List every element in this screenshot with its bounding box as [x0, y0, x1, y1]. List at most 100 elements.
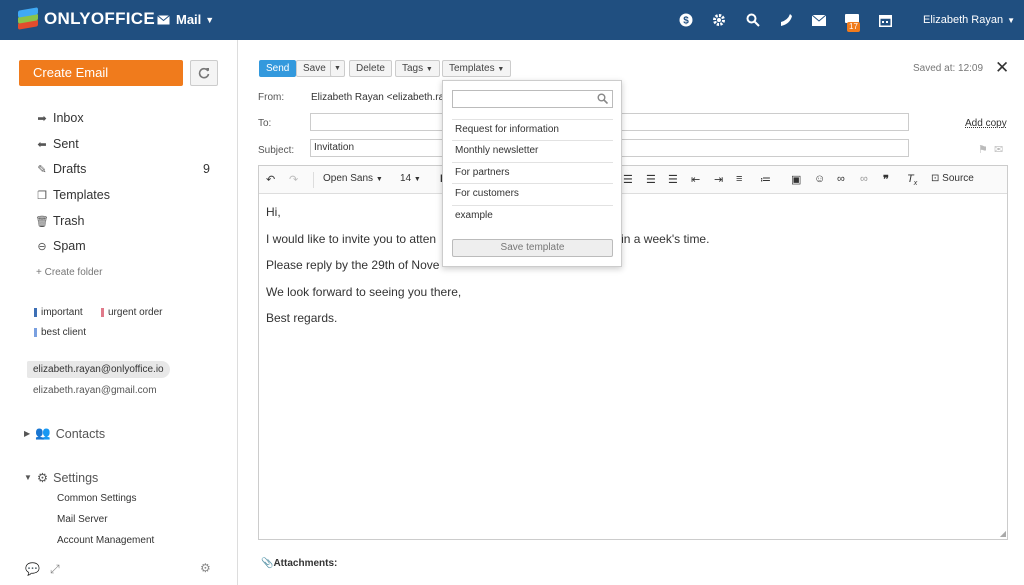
feed-icon[interactable]	[776, 10, 796, 30]
from-field[interactable]: Elizabeth Rayan <elizabeth.ra	[311, 92, 444, 103]
tag-urgent-order[interactable]: urgent order	[101, 307, 162, 318]
add-copy-link[interactable]: Add copy	[965, 118, 1007, 129]
body-text: I would like to invite you to atten	[266, 231, 437, 246]
search-icon[interactable]	[743, 10, 763, 30]
tag-color-marker	[34, 328, 37, 337]
folder-label: Sent	[53, 137, 79, 151]
font-size-select[interactable]: 14 ▼	[400, 173, 421, 184]
indent-icon[interactable]: ⇥	[714, 173, 723, 186]
folder-drafts[interactable]: ✎ Drafts 9	[35, 162, 210, 176]
logo-icon	[18, 7, 38, 30]
template-item[interactable]: Request for information	[452, 119, 613, 140]
templates-icon: ❐	[37, 189, 47, 202]
message-body[interactable]: Hi, I would like to invite you to atten d…	[259, 194, 1007, 347]
chevron-down-icon: ▼	[1007, 16, 1016, 25]
expand-arrow-icon: ▶	[24, 429, 31, 438]
envelope-icon[interactable]: ✉	[994, 144, 1003, 156]
font-family-select[interactable]: Open Sans ▼	[323, 173, 383, 184]
spam-icon: ⊖	[37, 240, 47, 253]
body-line: We look forward to seeing you there,	[266, 284, 462, 299]
inbox-icon: ➡	[37, 112, 47, 125]
sidebar: Create Email ➡ Inbox ⬅ Sent ✎ Drafts 9 ❐…	[0, 40, 238, 585]
source-label: Source	[942, 173, 974, 184]
tags-button[interactable]: Tags ▼	[395, 60, 440, 77]
tag-color-marker	[34, 308, 37, 317]
account-item-active[interactable]: elizabeth.rayan@onlyoffice.io	[27, 361, 170, 378]
tag-label: urgent order	[108, 307, 163, 318]
dollar-icon[interactable]: $	[676, 10, 696, 30]
font-size-value: 14	[400, 173, 412, 184]
body-text: d in a week's time.	[611, 231, 710, 246]
mail-module-icon	[157, 14, 170, 24]
template-item[interactable]: For customers	[452, 183, 613, 204]
source-icon: ⊡	[931, 173, 940, 184]
onlyoffice-logo[interactable]: ONLYOFFICE	[18, 7, 155, 30]
sent-icon: ⬅	[37, 138, 47, 151]
source-button[interactable]: ⊡ Source	[931, 173, 974, 184]
account-item[interactable]: elizabeth.rayan@gmail.com	[33, 385, 157, 396]
save-options-dropdown[interactable]: ▼	[330, 60, 345, 77]
template-item[interactable]: example	[452, 205, 613, 226]
template-item[interactable]: For partners	[452, 162, 613, 183]
template-item[interactable]: Monthly newsletter	[452, 140, 613, 161]
folder-inbox[interactable]: ➡ Inbox	[35, 111, 210, 125]
folder-sent[interactable]: ⬅ Sent	[35, 137, 210, 151]
tag-best-client[interactable]: best client	[34, 327, 86, 338]
body-line: Please reply by the 29th of Nove	[266, 258, 440, 272]
chevron-down-icon: ▼	[497, 66, 505, 73]
save-template-button[interactable]: Save template	[452, 239, 613, 257]
tag-important[interactable]: important	[34, 307, 83, 318]
tag-label: best client	[41, 327, 87, 338]
align-center-icon[interactable]: ☰	[623, 173, 633, 186]
settings-item-mail-server[interactable]: Mail Server	[57, 514, 108, 525]
template-search-input[interactable]	[452, 90, 613, 108]
blockquote-icon[interactable]: ❞	[883, 173, 889, 186]
folder-spam[interactable]: ⊖ Spam	[35, 239, 210, 253]
settings-item-common[interactable]: Common Settings	[57, 493, 136, 504]
numbered-list-icon[interactable]: ≡	[736, 173, 742, 185]
delete-button[interactable]: Delete	[349, 60, 392, 77]
module-switcher[interactable]: Mail ▼	[157, 12, 214, 27]
message-editor[interactable]: ↶ ↷ Open Sans ▼ 14 ▼ B ☰ ☰ ☰ ⇤ ⇥ ≡ ≔ ▣ ☺…	[258, 165, 1008, 540]
refresh-button[interactable]	[190, 60, 218, 86]
create-folder-link[interactable]: + Create folder	[36, 267, 102, 278]
redo-icon[interactable]: ↷	[289, 173, 298, 186]
subject-label: Subject:	[258, 145, 295, 156]
undo-icon[interactable]: ↶	[266, 173, 275, 186]
save-button[interactable]: Save	[296, 60, 333, 77]
folder-templates[interactable]: ❐ Templates	[35, 188, 210, 202]
contacts-section[interactable]: ▶ 👥 Contacts	[24, 426, 105, 441]
gear-icon[interactable]: ⚙	[200, 561, 211, 575]
logo-text: ONLYOFFICE	[44, 9, 155, 28]
templates-button[interactable]: Templates ▼	[442, 60, 512, 77]
calendar-icon[interactable]	[876, 10, 896, 30]
create-email-button[interactable]: Create Email	[19, 60, 183, 86]
font-family-value: Open Sans	[323, 173, 374, 184]
mail-icon[interactable]	[809, 10, 829, 30]
resize-handle[interactable]: ◢	[1000, 529, 1006, 538]
top-bar: ONLYOFFICE Mail ▼ $ 17 Elizabeth Rayan ▼	[0, 0, 1024, 40]
settings-icon[interactable]	[709, 10, 729, 30]
unlink-icon[interactable]: ∞	[860, 173, 868, 185]
send-button[interactable]: Send	[259, 60, 297, 77]
chevron-down-icon: ▼	[205, 14, 215, 25]
settings-section[interactable]: ▼ ⚙ Settings	[24, 470, 98, 486]
bullet-list-icon[interactable]: ≔	[760, 173, 771, 186]
outdent-icon[interactable]: ⇤	[691, 173, 700, 186]
feedback-icon[interactable]: 💬	[25, 562, 40, 576]
link-icon[interactable]: ∞	[837, 173, 845, 185]
flag-icon[interactable]: ⚑	[978, 144, 988, 156]
folder-trash[interactable]: 🗑 Trash	[35, 214, 210, 228]
popout-icon[interactable]: ⤢	[50, 562, 60, 577]
tags-label: Tags	[402, 63, 424, 74]
align-justify-icon[interactable]: ☰	[668, 173, 678, 186]
settings-item-account-management[interactable]: Account Management	[57, 535, 154, 546]
clear-format-icon[interactable]: Tx	[907, 173, 917, 187]
close-icon[interactable]: ✕	[995, 58, 1009, 78]
body-line: I would like to invite you to atten d in …	[266, 231, 1000, 247]
align-right-icon[interactable]: ☰	[646, 173, 656, 186]
attachments-label[interactable]: 📎Attachments:	[261, 558, 337, 569]
user-menu[interactable]: Elizabeth Rayan ▼	[923, 14, 1015, 26]
emoji-icon[interactable]: ☺	[814, 173, 825, 185]
image-icon[interactable]: ▣	[791, 173, 801, 186]
